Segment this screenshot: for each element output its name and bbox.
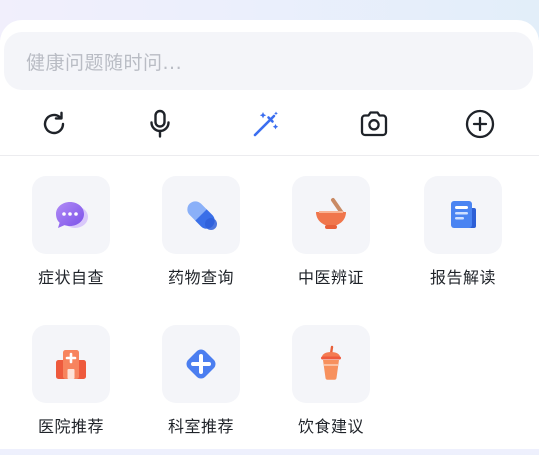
search-input[interactable]: 健康问题随时问... xyxy=(4,32,533,90)
add-button[interactable] xyxy=(462,106,498,142)
voice-input-button[interactable] xyxy=(142,106,178,142)
plus-circle-icon xyxy=(465,109,495,139)
service-label: 药物查询 xyxy=(167,268,234,287)
service-label: 医院推荐 xyxy=(37,417,104,436)
service-diet-advice[interactable]: 饮食建议 xyxy=(260,325,390,455)
service-label: 症状自查 xyxy=(37,268,104,287)
service-icon-box xyxy=(292,176,370,254)
service-icon-box xyxy=(162,325,240,403)
service-label: 饮食建议 xyxy=(297,417,364,436)
report-document-icon xyxy=(451,201,476,228)
chat-bubbles-icon xyxy=(56,202,88,228)
search-placeholder: 健康问题随时问... xyxy=(26,51,183,74)
service-label: 科室推荐 xyxy=(167,417,234,436)
refresh-icon xyxy=(43,111,65,135)
hospital-icon xyxy=(56,350,86,379)
service-icon-box xyxy=(292,325,370,403)
camera-icon xyxy=(360,111,388,137)
service-hospital-recommend[interactable]: 医院推荐 xyxy=(0,325,130,455)
magic-wand-icon xyxy=(253,111,279,137)
service-tcm-diagnosis[interactable]: 中医辨证 xyxy=(260,176,390,306)
service-label: 报告解读 xyxy=(429,268,496,287)
service-icon-box xyxy=(424,176,502,254)
drink-cup-icon xyxy=(321,345,341,380)
service-report-interpretation[interactable]: 报告解读 xyxy=(392,176,522,306)
service-drug-lookup[interactable]: 药物查询 xyxy=(130,176,260,306)
input-toolbar xyxy=(0,100,539,148)
service-icon-box xyxy=(32,325,110,403)
medical-cross-icon xyxy=(186,349,216,379)
service-icon-box xyxy=(32,176,110,254)
service-label: 中医辨证 xyxy=(297,268,364,287)
microphone-icon xyxy=(150,109,170,138)
divider xyxy=(0,155,539,156)
service-icon-box xyxy=(162,176,240,254)
service-department-recommend[interactable]: 科室推荐 xyxy=(130,325,260,455)
refresh-button[interactable] xyxy=(36,106,72,142)
service-symptom-check[interactable]: 症状自查 xyxy=(0,176,130,306)
camera-button[interactable] xyxy=(356,106,392,142)
pill-capsule-icon xyxy=(187,201,217,230)
mortar-bowl-icon xyxy=(316,198,346,229)
magic-button[interactable] xyxy=(248,106,284,142)
